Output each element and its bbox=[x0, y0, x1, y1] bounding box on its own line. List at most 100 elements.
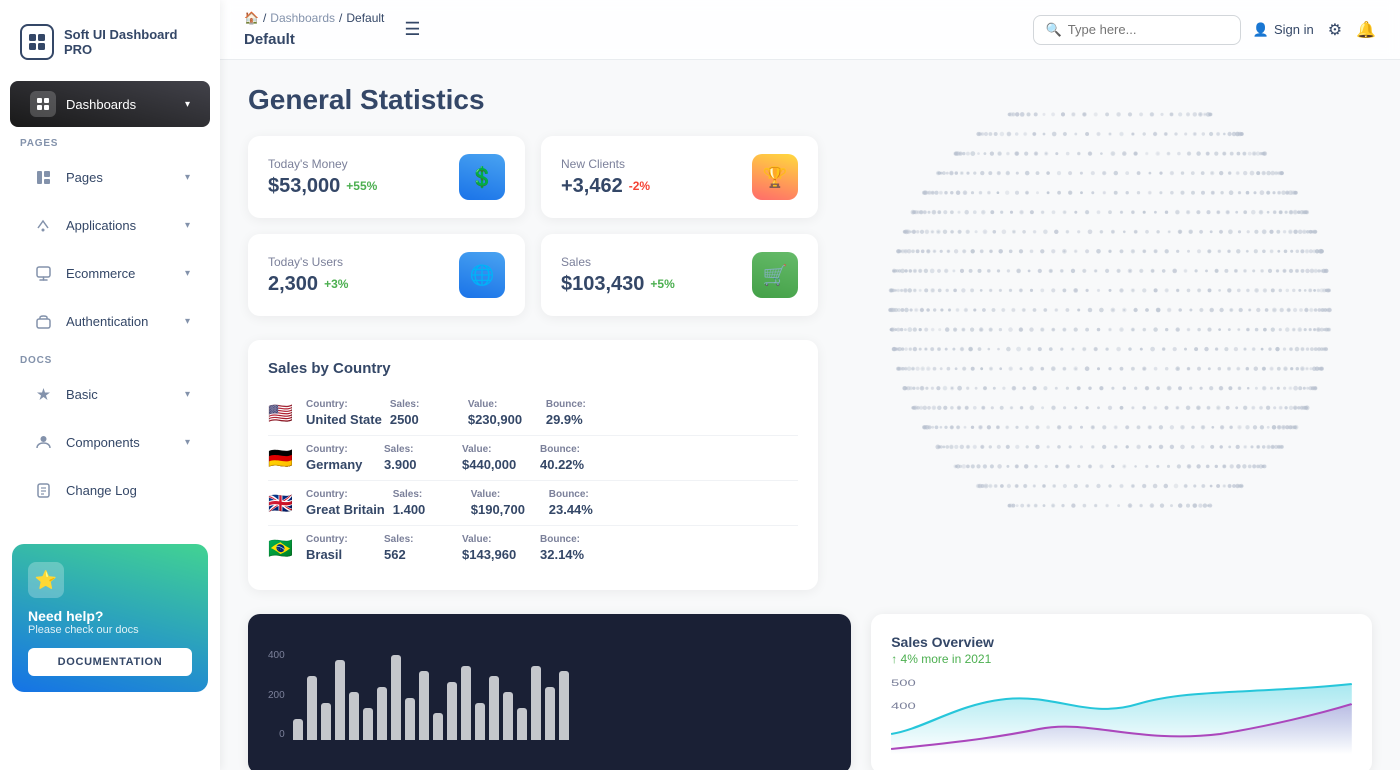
components-icon bbox=[30, 429, 56, 455]
sales-label: Sales bbox=[561, 255, 675, 269]
globe-background bbox=[820, 60, 1400, 560]
bar-14 bbox=[489, 676, 499, 740]
applications-label: Applications bbox=[66, 218, 175, 233]
svg-text:400: 400 bbox=[891, 701, 916, 711]
menu-toggle-button[interactable]: ☰ bbox=[404, 19, 420, 40]
sidebar-help-box: ⭐ Need help? Please check our docs DOCUM… bbox=[12, 544, 208, 692]
bar-1 bbox=[307, 676, 317, 740]
settings-button[interactable]: ⚙ bbox=[1328, 20, 1342, 40]
ecommerce-chevron: ▾ bbox=[185, 268, 190, 279]
sidebar-item-ecommerce[interactable]: Ecommerce ▾ bbox=[10, 250, 210, 296]
breadcrumb-nav: 🏠 / Dashboards / Default bbox=[244, 11, 384, 25]
stat-card-users: Today's Users 2,300 +3% 🌐 bbox=[248, 234, 525, 316]
bar-3 bbox=[335, 660, 345, 740]
components-label: Components bbox=[66, 435, 175, 450]
sidebar-item-pages[interactable]: Pages ▾ bbox=[10, 154, 210, 200]
sales-icon: 🛒 bbox=[752, 252, 798, 298]
sales-by-country-title: Sales by Country bbox=[268, 360, 798, 377]
bottom-charts: 400 200 0 Sales Overview ↑ 4% more in 20… bbox=[248, 614, 1372, 770]
documentation-button[interactable]: DOCUMENTATION bbox=[28, 648, 192, 676]
signin-button[interactable]: 👤 Sign in bbox=[1253, 22, 1314, 38]
country-row-br: 🇧🇷 Country: Brasil Sales: 562 Value: $14… bbox=[268, 526, 798, 570]
sidebar-item-changelog[interactable]: Change Log bbox=[10, 467, 210, 513]
changelog-label: Change Log bbox=[66, 483, 190, 498]
home-icon: 🏠 bbox=[244, 11, 259, 25]
flag-gb: 🇬🇧 bbox=[268, 491, 298, 516]
general-statistics-title: General Statistics bbox=[248, 84, 1372, 116]
sidebar-item-authentication[interactable]: Authentication ▾ bbox=[10, 298, 210, 344]
user-icon: 👤 bbox=[1253, 22, 1269, 38]
users-icon: 🌐 bbox=[459, 252, 505, 298]
bar-12 bbox=[461, 666, 471, 740]
bar-7 bbox=[391, 655, 401, 740]
search-input[interactable] bbox=[1068, 22, 1228, 37]
bar-11 bbox=[447, 682, 457, 740]
clients-value: +3,462 -2% bbox=[561, 175, 650, 198]
logo-icon bbox=[20, 24, 54, 60]
content-area: General Statistics Today's Money $53,000… bbox=[220, 60, 1400, 770]
components-chevron: ▾ bbox=[185, 437, 190, 448]
sidebar-logo: Soft UI Dashboard PRO bbox=[0, 16, 220, 80]
ecommerce-label: Ecommerce bbox=[66, 266, 175, 281]
country-row-us: 🇺🇸 Country: United State Sales: 2500 Val… bbox=[268, 391, 798, 436]
sidebar-item-applications[interactable]: Applications ▾ bbox=[10, 202, 210, 248]
sales-overview-card: Sales Overview ↑ 4% more in 2021 bbox=[871, 614, 1372, 770]
bar-15 bbox=[503, 692, 513, 740]
dashboards-icon bbox=[30, 91, 56, 117]
bar-2 bbox=[321, 703, 331, 740]
svg-text:500: 500 bbox=[891, 678, 916, 688]
stats-grid: Today's Money $53,000 +55% 💲 New Clients… bbox=[248, 136, 818, 316]
pages-chevron: ▾ bbox=[185, 172, 190, 183]
bar-4 bbox=[349, 692, 359, 740]
basic-icon bbox=[30, 381, 56, 407]
search-icon: 🔍 bbox=[1046, 22, 1062, 38]
authentication-label: Authentication bbox=[66, 314, 175, 329]
bar-0 bbox=[293, 719, 303, 740]
sales-overview-subtitle: ↑ 4% more in 2021 bbox=[891, 652, 1352, 666]
sidebar-item-components[interactable]: Components ▾ bbox=[10, 419, 210, 465]
pages-icon bbox=[30, 164, 56, 190]
topbar-search-box: 🔍 bbox=[1033, 15, 1241, 45]
clients-icon: 🏆 bbox=[752, 154, 798, 200]
y-label-0: 0 bbox=[268, 729, 285, 740]
pages-label: Pages bbox=[66, 170, 175, 185]
authentication-icon bbox=[30, 308, 56, 334]
bar-chart-area: 400 200 0 bbox=[268, 640, 831, 740]
sidebar-item-dashboards[interactable]: Dashboards ▾ bbox=[10, 81, 210, 127]
breadcrumb-dashboards[interactable]: Dashboards bbox=[270, 11, 335, 25]
breadcrumb-current: Default bbox=[346, 11, 384, 25]
flag-us: 🇺🇸 bbox=[268, 401, 298, 426]
ecommerce-icon bbox=[30, 260, 56, 286]
country-row-gb: 🇬🇧 Country: Great Britain Sales: 1.400 V… bbox=[268, 481, 798, 526]
applications-icon bbox=[30, 212, 56, 238]
app-name: Soft UI Dashboard PRO bbox=[64, 27, 200, 57]
stat-card-money: Today's Money $53,000 +55% 💲 bbox=[248, 136, 525, 218]
basic-label: Basic bbox=[66, 387, 175, 402]
clients-label: New Clients bbox=[561, 157, 650, 171]
line-chart-area: 500 400 bbox=[891, 674, 1352, 754]
bar-16 bbox=[517, 708, 527, 740]
y-label-200: 200 bbox=[268, 690, 285, 701]
clients-change: -2% bbox=[629, 179, 650, 193]
breadcrumb: 🏠 / Dashboards / Default Default bbox=[244, 11, 384, 48]
topbar-actions: 👤 Sign in ⚙ 🔔 bbox=[1253, 20, 1376, 40]
dashboards-label: Dashboards bbox=[66, 97, 175, 112]
sales-change: +5% bbox=[650, 277, 674, 291]
bar-chart-card: 400 200 0 bbox=[248, 614, 851, 770]
notifications-button[interactable]: 🔔 bbox=[1356, 20, 1376, 40]
page-title: Default bbox=[244, 31, 295, 48]
sidebar-item-basic[interactable]: Basic ▾ bbox=[10, 371, 210, 417]
authentication-chevron: ▾ bbox=[185, 316, 190, 327]
y-label-400: 400 bbox=[268, 650, 285, 661]
users-value: 2,300 +3% bbox=[268, 273, 348, 296]
users-change: +3% bbox=[324, 277, 348, 291]
bar-13 bbox=[475, 703, 485, 740]
topbar: 🏠 / Dashboards / Default Default ☰ 🔍 👤 S… bbox=[220, 0, 1400, 60]
money-label: Today's Money bbox=[268, 157, 377, 171]
dashboards-chevron: ▾ bbox=[185, 99, 190, 110]
sales-overview-title: Sales Overview bbox=[891, 634, 1352, 650]
country-table: 🇺🇸 Country: United State Sales: 2500 Val… bbox=[268, 391, 798, 570]
trend-up-icon: ↑ bbox=[891, 652, 897, 666]
help-star-icon: ⭐ bbox=[28, 562, 64, 598]
applications-chevron: ▾ bbox=[185, 220, 190, 231]
